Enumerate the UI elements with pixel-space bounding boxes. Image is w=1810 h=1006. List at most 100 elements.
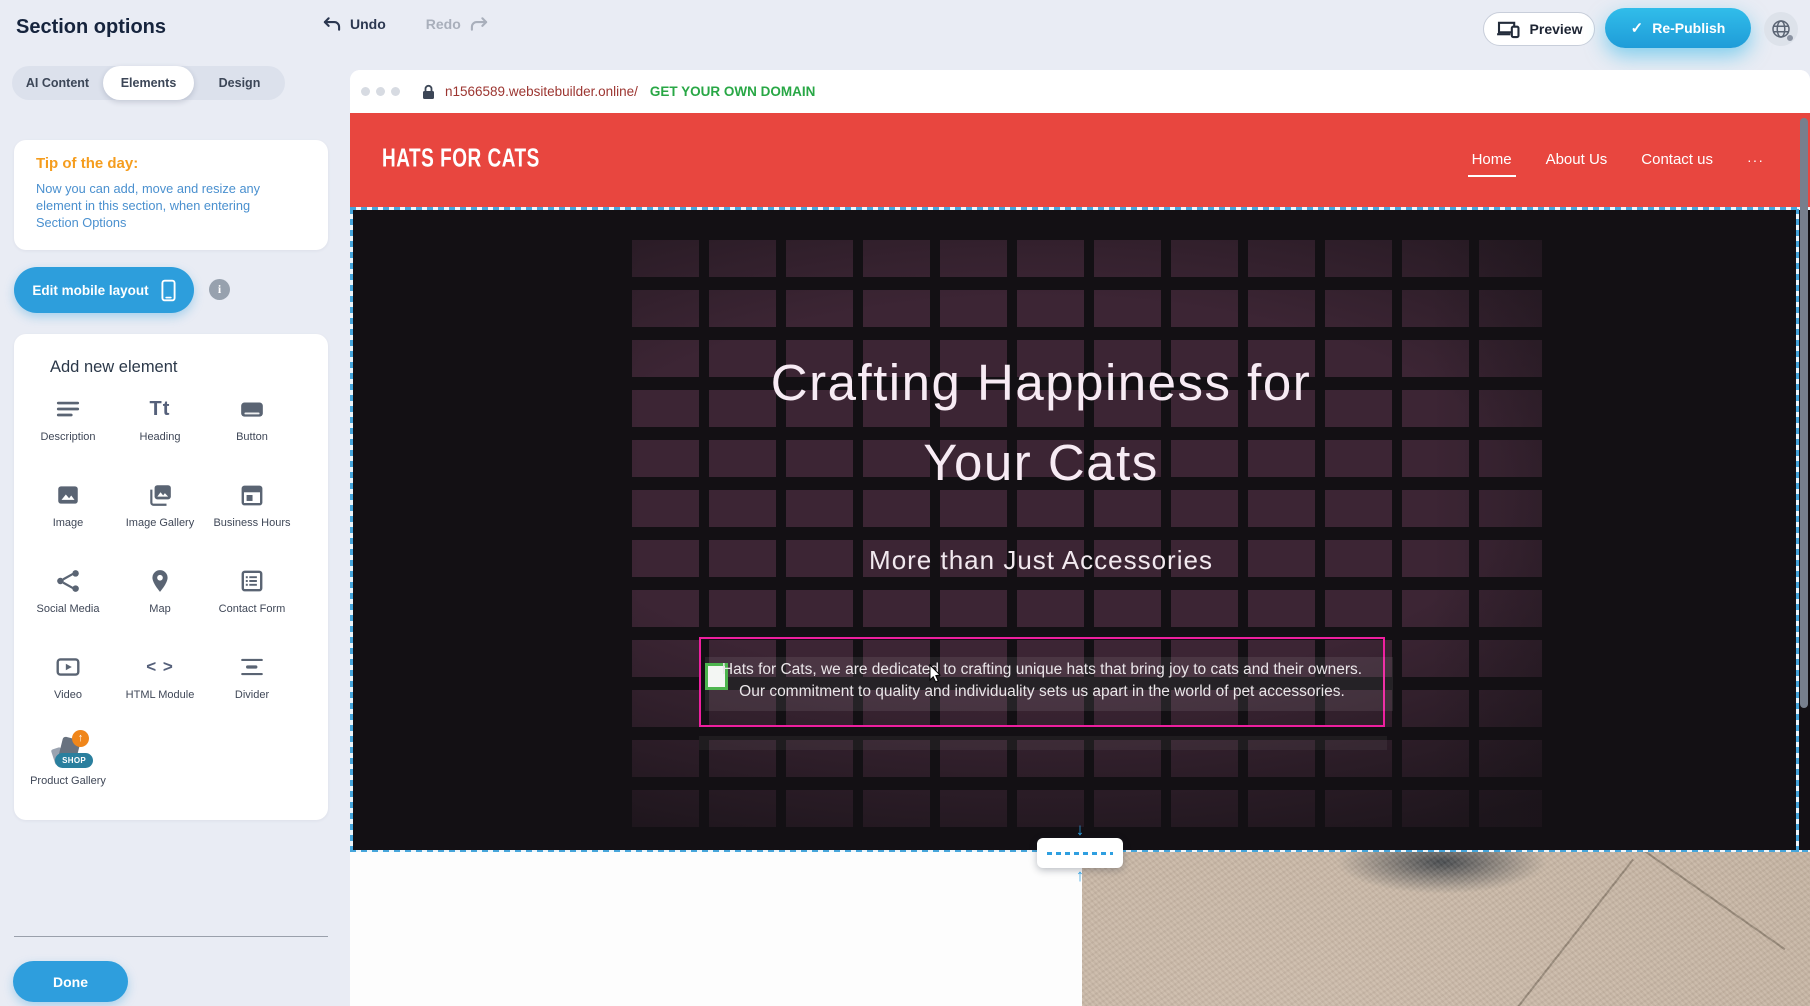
element-label: Map — [118, 603, 202, 616]
element-divider[interactable]: Divider — [206, 650, 298, 736]
site-header[interactable]: HATS FOR CATS Home About Us Contact us ·… — [350, 113, 1810, 209]
description-icon — [55, 392, 81, 426]
arrow-up-icon: ↑ — [1037, 869, 1123, 883]
element-image[interactable]: Image — [22, 478, 114, 564]
app-window: Section options Undo Redo Preview ✓ Re-P… — [0, 0, 1810, 1006]
upload-arrow-badge: ↑ — [72, 730, 89, 747]
selected-text-element[interactable]: Hats for Cats, we are dedicated to craft… — [699, 637, 1385, 727]
tab-elements[interactable]: Elements — [103, 66, 194, 100]
devices-icon — [1496, 20, 1521, 39]
section-selection-border-right — [1796, 209, 1799, 852]
site-logo[interactable]: HATS FOR CATS — [382, 145, 540, 175]
social-media-icon — [55, 564, 81, 598]
element-label: Video — [26, 689, 110, 702]
element-contact-form[interactable]: Contact Form — [206, 564, 298, 650]
republish-button[interactable]: ✓ Re-Publish — [1605, 8, 1751, 48]
nav-home[interactable]: Home — [1472, 151, 1512, 168]
element-label: Image Gallery — [118, 517, 202, 530]
contact-form-icon — [239, 564, 265, 598]
hero-paragraph[interactable]: Hats for Cats, we are dedicated to craft… — [701, 659, 1383, 703]
element-image-gallery[interactable]: Image Gallery — [114, 478, 206, 564]
check-icon: ✓ — [1631, 19, 1644, 37]
element-label: Social Media — [26, 603, 110, 616]
product-gallery-icon: ↑ SHOP — [51, 736, 85, 770]
tip-body: Now you can add, move and resize any ele… — [36, 180, 294, 231]
site-preview-window: n1566589.websitebuilder.online/ GET YOUR… — [350, 70, 1810, 1006]
map-pin-icon — [147, 564, 173, 598]
element-label: Heading — [118, 431, 202, 444]
edit-mobile-layout-button[interactable]: Edit mobile layout — [14, 267, 194, 313]
tab-ai-content[interactable]: AI Content — [12, 66, 103, 100]
preview-label: Preview — [1530, 21, 1583, 37]
shop-badge: SHOP — [55, 753, 93, 768]
element-heading[interactable]: Tt Heading — [114, 392, 206, 478]
section-selection-border-left — [350, 209, 353, 852]
element-label: Image — [26, 517, 110, 530]
html-module-icon: < > — [146, 650, 174, 684]
element-label: Button — [210, 431, 294, 444]
element-label: Divider — [210, 689, 294, 702]
hero-section[interactable]: Crafting Happiness for Your Cats More th… — [350, 209, 1810, 852]
tab-design[interactable]: Design — [194, 66, 285, 100]
element-video[interactable]: Video — [22, 650, 114, 736]
element-description[interactable]: Description — [22, 392, 114, 478]
element-label: Business Hours — [210, 517, 294, 530]
selection-band-shadow — [699, 736, 1387, 750]
business-hours-icon — [239, 478, 265, 512]
nav-more-menu[interactable]: ··· — [1747, 152, 1764, 168]
element-label: Product Gallery — [26, 775, 110, 788]
scrollbar-thumb[interactable] — [1800, 118, 1808, 708]
next-section-image[interactable] — [1082, 852, 1810, 1006]
resize-dashed-line — [1047, 852, 1113, 855]
sidebar-tabs: AI Content Elements Design — [12, 66, 285, 100]
mouse-cursor — [929, 664, 943, 689]
element-label: HTML Module — [118, 689, 202, 702]
site-url[interactable]: n1566589.websitebuilder.online/ — [445, 84, 638, 99]
heading-icon: Tt — [150, 392, 171, 426]
browser-bar: n1566589.websitebuilder.online/ GET YOUR… — [350, 70, 1810, 113]
undo-button[interactable]: Undo — [350, 16, 386, 32]
image-gallery-icon — [147, 478, 173, 512]
tip-title: Tip of the day: — [36, 155, 138, 172]
globe-status-dot — [1786, 34, 1794, 42]
element-label: Contact Form — [210, 603, 294, 616]
paving-texture — [1082, 852, 1810, 1006]
image-icon — [55, 478, 81, 512]
get-domain-link[interactable]: GET YOUR OWN DOMAIN — [650, 84, 816, 99]
element-grid: Description Tt Heading Button Image Imag… — [22, 392, 298, 822]
button-icon — [239, 392, 265, 426]
window-dots — [361, 87, 400, 96]
element-label: Description — [26, 431, 110, 444]
nav-about-us[interactable]: About Us — [1546, 151, 1608, 168]
section-resize-handle[interactable]: ↓ ↑ — [1037, 838, 1123, 868]
language-globe-button[interactable] — [1764, 12, 1798, 46]
element-business-hours[interactable]: Business Hours — [206, 478, 298, 564]
element-product-gallery[interactable]: ↑ SHOP Product Gallery — [22, 736, 114, 822]
hero-heading[interactable]: Crafting Happiness for Your Cats — [350, 343, 1732, 503]
hero-text-block: Crafting Happiness for Your Cats More th… — [350, 209, 1810, 576]
done-button[interactable]: Done — [13, 961, 128, 1002]
site-nav: Home About Us Contact us ··· — [1472, 151, 1764, 168]
republish-label: Re-Publish — [1652, 20, 1725, 36]
redo-button[interactable]: Redo — [426, 16, 461, 32]
section-selection-border-top — [350, 207, 1810, 210]
element-html-module[interactable]: < > HTML Module — [114, 650, 206, 736]
video-icon — [55, 650, 81, 684]
next-section-white-area[interactable] — [350, 852, 1082, 1006]
preview-button[interactable]: Preview — [1483, 12, 1595, 46]
element-social-media[interactable]: Social Media — [22, 564, 114, 650]
nav-contact-us[interactable]: Contact us — [1641, 151, 1713, 168]
element-button[interactable]: Button — [206, 392, 298, 478]
edit-mobile-label: Edit mobile layout — [32, 283, 148, 298]
arrow-down-icon: ↓ — [1037, 823, 1123, 837]
sidebar-divider — [14, 936, 328, 937]
add-element-title: Add new element — [50, 358, 178, 377]
done-label: Done — [53, 974, 88, 990]
element-map[interactable]: Map — [114, 564, 206, 650]
hero-subheading[interactable]: More than Just Accessories — [350, 545, 1732, 576]
phone-icon — [161, 279, 176, 302]
info-icon[interactable]: i — [209, 279, 230, 300]
undo-redo-group: Undo Redo — [322, 16, 489, 32]
redo-icon — [470, 16, 489, 32]
lock-icon — [422, 84, 435, 100]
